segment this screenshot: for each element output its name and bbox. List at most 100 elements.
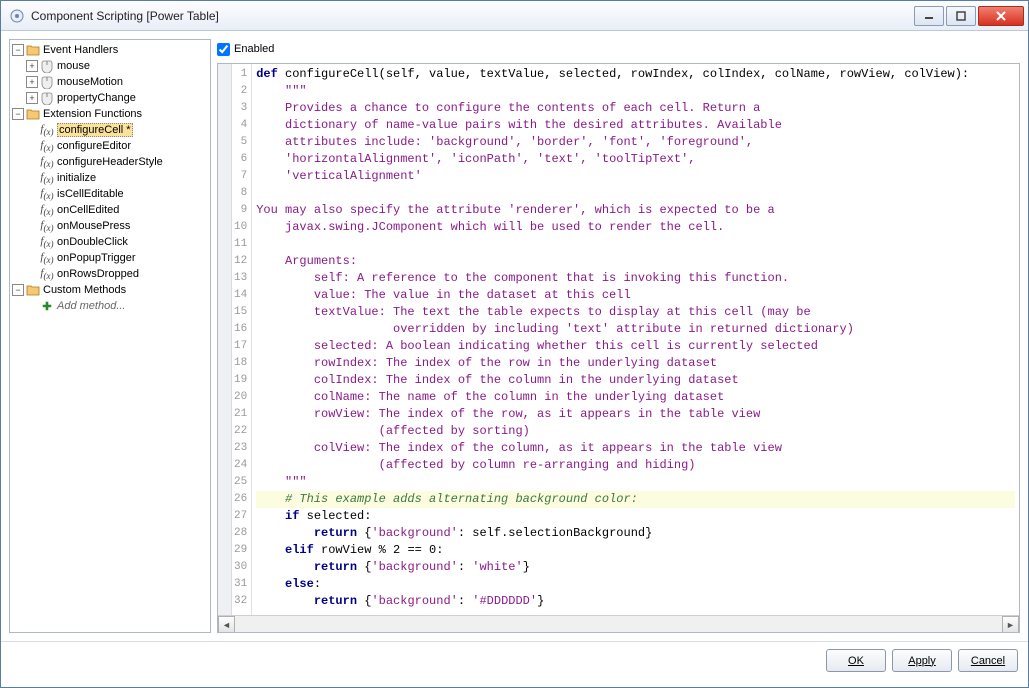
tree-folder-extension-functions[interactable]: − Extension Functions [10, 106, 210, 122]
code-line[interactable]: def configureCell(self, value, textValue… [256, 66, 1015, 83]
code-area[interactable]: def configureCell(self, value, textValue… [252, 64, 1019, 632]
code-line[interactable]: colIndex: The index of the column in the… [256, 372, 1015, 389]
code-line[interactable]: colView: The index of the column, as it … [256, 440, 1015, 457]
folder-icon [26, 107, 40, 121]
node-label: configureHeaderStyle [57, 156, 163, 168]
function-icon: f(x) [40, 171, 54, 185]
function-icon: f(x) [40, 235, 54, 249]
plus-icon: ✚ [40, 299, 54, 313]
code-line[interactable]: textValue: The text the table expects to… [256, 304, 1015, 321]
tree-panel[interactable]: −Event Handlers+mouse+mouseMotion+proper… [9, 39, 211, 633]
tree-item-onRowsDropped[interactable]: f(x)onRowsDropped [10, 266, 210, 282]
node-label: onMousePress [57, 220, 130, 232]
code-line[interactable]: # This example adds alternating backgrou… [256, 491, 1015, 508]
expander-icon[interactable]: − [12, 108, 24, 120]
code-line[interactable]: Provides a chance to configure the conte… [256, 100, 1015, 117]
node-label: initialize [57, 172, 96, 184]
mouse-icon [40, 59, 54, 73]
window-title: Component Scripting [Power Table] [31, 9, 914, 23]
cancel-button[interactable]: Cancel [958, 649, 1018, 672]
function-icon: f(x) [40, 219, 54, 233]
enabled-label[interactable]: Enabled [234, 43, 274, 55]
titlebar[interactable]: Component Scripting [Power Table] [1, 1, 1028, 31]
function-icon: f(x) [40, 251, 54, 265]
tree-item-onCellEdited[interactable]: f(x)onCellEdited [10, 202, 210, 218]
tree-folder-event-handlers[interactable]: −Event Handlers [10, 42, 210, 58]
expander-icon[interactable]: − [12, 284, 24, 296]
code-line[interactable]: self: A reference to the component that … [256, 270, 1015, 287]
tree-item-configureCell[interactable]: f(x)configureCell * [10, 122, 210, 138]
tree-item-mouse[interactable]: +mouse [10, 58, 210, 74]
node-label: Custom Methods [43, 284, 126, 296]
code-line[interactable]: rowIndex: The index of the row in the un… [256, 355, 1015, 372]
tree-item-mouseMotion[interactable]: + mouseMotion [10, 74, 210, 90]
tree-folder-custom-methods[interactable]: − Custom Methods [10, 282, 210, 298]
tree-item-onMousePress[interactable]: f(x)onMousePress [10, 218, 210, 234]
expander-icon[interactable]: + [26, 76, 38, 88]
code-line[interactable]: rowView: The index of the row, as it app… [256, 406, 1015, 423]
code-line[interactable]: attributes include: 'background', 'borde… [256, 134, 1015, 151]
fold-gutter [218, 64, 232, 632]
expander-icon[interactable]: − [12, 44, 24, 56]
code-line[interactable]: (affected by sorting) [256, 423, 1015, 440]
code-line[interactable]: overridden by including 'text' attribute… [256, 321, 1015, 338]
node-label: Extension Functions [43, 108, 142, 120]
close-button[interactable] [978, 6, 1024, 26]
node-label: onPopupTrigger [57, 252, 135, 264]
code-line[interactable]: value: The value in the dataset at this … [256, 287, 1015, 304]
function-icon: f(x) [40, 139, 54, 153]
code-line[interactable]: else: [256, 576, 1015, 593]
ok-button[interactable]: OK [826, 649, 886, 672]
code-editor[interactable]: 1234567891011121314151617181920212223242… [217, 63, 1020, 633]
code-line[interactable]: if selected: [256, 508, 1015, 525]
code-line[interactable]: dictionary of name-value pairs with the … [256, 117, 1015, 134]
node-label: onDoubleClick [57, 236, 128, 248]
code-line[interactable]: """ [256, 474, 1015, 491]
horizontal-scrollbar[interactable]: ◄ ► [218, 615, 1019, 632]
node-label: configureCell * [57, 123, 133, 137]
node-label: propertyChange [57, 92, 136, 104]
code-line[interactable] [256, 185, 1015, 202]
function-icon: f(x) [40, 187, 54, 201]
code-line[interactable]: Arguments: [256, 253, 1015, 270]
enabled-checkbox[interactable] [217, 43, 230, 56]
tree-item-propertyChange[interactable]: + propertyChange [10, 90, 210, 106]
expander-icon[interactable]: + [26, 60, 38, 72]
code-line[interactable]: colName: The name of the column in the u… [256, 389, 1015, 406]
scroll-right-icon[interactable]: ► [1002, 616, 1019, 633]
folder-icon [26, 43, 40, 57]
tree-item-initialize[interactable]: f(x)initialize [10, 170, 210, 186]
minimize-button[interactable] [914, 6, 944, 26]
code-line[interactable]: 'horizontalAlignment', 'iconPath', 'text… [256, 151, 1015, 168]
code-line[interactable]: (affected by column re-arranging and hid… [256, 457, 1015, 474]
tree-item-configureHeaderStyle[interactable]: f(x)configureHeaderStyle [10, 154, 210, 170]
code-line[interactable]: You may also specify the attribute 'rend… [256, 202, 1015, 219]
code-line[interactable]: 'verticalAlignment' [256, 168, 1015, 185]
app-icon [9, 8, 25, 24]
apply-button[interactable]: Apply [892, 649, 952, 672]
code-line[interactable]: javax.swing.JComponent which will be use… [256, 219, 1015, 236]
scroll-left-icon[interactable]: ◄ [218, 616, 235, 633]
tree-item-onDoubleClick[interactable]: f(x)onDoubleClick [10, 234, 210, 250]
node-label: mouseMotion [57, 76, 123, 88]
node-label: isCellEditable [57, 188, 124, 200]
code-line[interactable] [256, 236, 1015, 253]
mouse-icon [40, 75, 54, 89]
tree-item-isCellEditable[interactable]: f(x)isCellEditable [10, 186, 210, 202]
dialog-footer: OK Apply Cancel [1, 641, 1028, 679]
function-icon: f(x) [40, 155, 54, 169]
node-label: onCellEdited [57, 204, 119, 216]
code-line[interactable]: return {'background': 'white'} [256, 559, 1015, 576]
tree-item-add-method[interactable]: ✚Add method... [10, 298, 210, 314]
function-icon: f(x) [40, 267, 54, 281]
code-line[interactable]: selected: A boolean indicating whether t… [256, 338, 1015, 355]
maximize-button[interactable] [946, 6, 976, 26]
tree-item-configureEditor[interactable]: f(x)configureEditor [10, 138, 210, 154]
code-line[interactable]: """ [256, 83, 1015, 100]
code-line[interactable]: elif rowView % 2 == 0: [256, 542, 1015, 559]
expander-icon[interactable]: + [26, 92, 38, 104]
code-line[interactable]: return {'background': self.selectionBack… [256, 525, 1015, 542]
tree-item-onPopupTrigger[interactable]: f(x)onPopupTrigger [10, 250, 210, 266]
node-label: onRowsDropped [57, 268, 139, 280]
code-line[interactable]: return {'background': '#DDDDDD'} [256, 593, 1015, 610]
